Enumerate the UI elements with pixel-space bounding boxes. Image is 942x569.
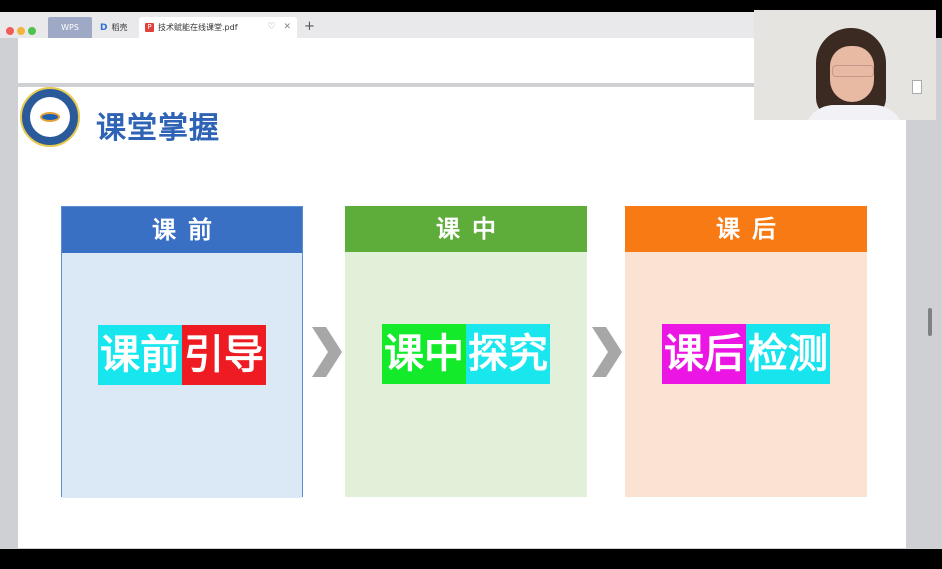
text-segment: 课中 <box>382 324 466 384</box>
school-logo-icon <box>20 87 80 147</box>
column-after-class: 课后 课后 检测 <box>625 206 867 497</box>
column-main-text: 课中 探究 <box>345 324 587 384</box>
new-tab-button[interactable]: + <box>304 17 315 36</box>
column-main-text: 课前 引导 <box>62 325 302 385</box>
tab-close-icon[interactable]: ✕ <box>283 22 291 32</box>
close-window-icon[interactable] <box>6 27 14 35</box>
column-header: 课中 <box>345 206 587 252</box>
tab-wps[interactable]: WPS <box>48 17 92 38</box>
column-header: 课前 <box>62 207 302 253</box>
window-controls <box>6 20 39 39</box>
webcam-video <box>754 10 936 120</box>
column-body: 课前 引导 <box>62 253 302 498</box>
column-header: 课后 <box>625 206 867 252</box>
scrollbar-thumb[interactable] <box>928 308 932 336</box>
text-segment: 课前 <box>98 325 182 385</box>
column-during-class: 课中 课中 探究 <box>345 206 587 497</box>
slide-title: 课堂掌握 <box>96 111 220 146</box>
tab-daoke-label: 稻壳 <box>111 23 128 32</box>
text-segment: 探究 <box>466 324 550 384</box>
column-before-class: 课前 课前 引导 <box>61 206 303 498</box>
minimize-window-icon[interactable] <box>17 27 25 35</box>
text-segment: 检测 <box>746 324 830 384</box>
column-body: 课后 检测 <box>625 252 867 497</box>
tab-daoke[interactable]: D 稻壳 <box>98 17 138 38</box>
tab-pdf-document[interactable]: P 技术赋能在线课堂.pdf ♡ ✕ <box>139 17 297 38</box>
text-segment: 课后 <box>662 324 746 384</box>
light-switch-icon <box>912 80 922 94</box>
tab-pin-icon[interactable]: ♡ <box>268 22 276 32</box>
browser-tab-bar: WPS D 稻壳 P 技术赋能在线课堂.pdf ♡ ✕ + <box>0 12 760 39</box>
column-body: 课中 探究 <box>345 252 587 497</box>
maximize-window-icon[interactable] <box>28 27 36 35</box>
chevron-right-icon <box>592 327 622 377</box>
column-main-text: 课后 检测 <box>625 324 867 384</box>
pdf-icon: P <box>145 23 154 32</box>
tab-pdf-label: 技术赋能在线课堂.pdf <box>158 23 238 32</box>
tab-wps-label: WPS <box>61 23 79 32</box>
text-segment: 引导 <box>182 325 266 385</box>
slide-page: 课堂掌握 课前 课前 引导 课中 课中 探究 课后 课后 检测 <box>18 87 906 548</box>
chevron-right-icon <box>312 327 342 377</box>
daoke-icon: D <box>100 23 108 33</box>
